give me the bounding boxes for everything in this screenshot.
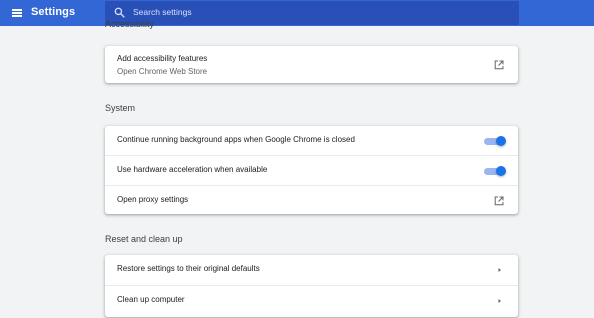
- row-add-accessibility-features[interactable]: Add accessibility features Open Chrome W…: [105, 46, 518, 83]
- settings-toolbar: Settings Search settings: [0, 0, 594, 26]
- row-label: Clean up computer: [117, 295, 185, 304]
- row-label: Use hardware acceleration when available: [117, 165, 268, 174]
- section-title-system: System: [105, 103, 136, 113]
- arrow-right-icon: [498, 268, 501, 272]
- accessibility-card: Add accessibility features Open Chrome W…: [105, 46, 518, 83]
- row-hardware-acceleration[interactable]: Use hardware acceleration when available: [105, 155, 518, 185]
- search-input[interactable]: Search settings: [105, 1, 519, 25]
- hamburger-menu-icon[interactable]: [12, 9, 22, 17]
- section-title-reset: Reset and clean up: [105, 234, 183, 244]
- arrow-right-icon: [498, 299, 501, 303]
- open-in-new-icon[interactable]: [494, 60, 504, 70]
- settings-content: Accessibility Add accessibility features…: [105, 19, 518, 318]
- row-label: Open proxy settings: [117, 195, 189, 204]
- search-placeholder: Search settings: [133, 7, 192, 17]
- row-background-apps[interactable]: Continue running background apps when Go…: [105, 126, 518, 156]
- row-label: Continue running background apps when Go…: [117, 135, 355, 144]
- background-apps-toggle[interactable]: [484, 136, 506, 146]
- row-clean-up-computer[interactable]: Clean up computer: [105, 285, 518, 315]
- reset-card: Restore settings to their original defau…: [105, 255, 518, 317]
- page-title: Settings: [31, 6, 76, 18]
- row-open-proxy-settings[interactable]: Open proxy settings: [105, 185, 518, 215]
- row-label: Restore settings to their original defau…: [117, 264, 260, 273]
- row-sublabel: Open Chrome Web Store: [117, 67, 208, 76]
- system-card: Continue running background apps when Go…: [105, 126, 518, 214]
- search-icon: [114, 7, 125, 18]
- row-label: Add accessibility features: [117, 54, 208, 63]
- section-title-accessibility: Accessibility: [105, 19, 155, 29]
- hardware-acceleration-toggle[interactable]: [484, 166, 506, 176]
- row-restore-defaults[interactable]: Restore settings to their original defau…: [105, 255, 518, 285]
- open-in-new-icon[interactable]: [494, 196, 504, 206]
